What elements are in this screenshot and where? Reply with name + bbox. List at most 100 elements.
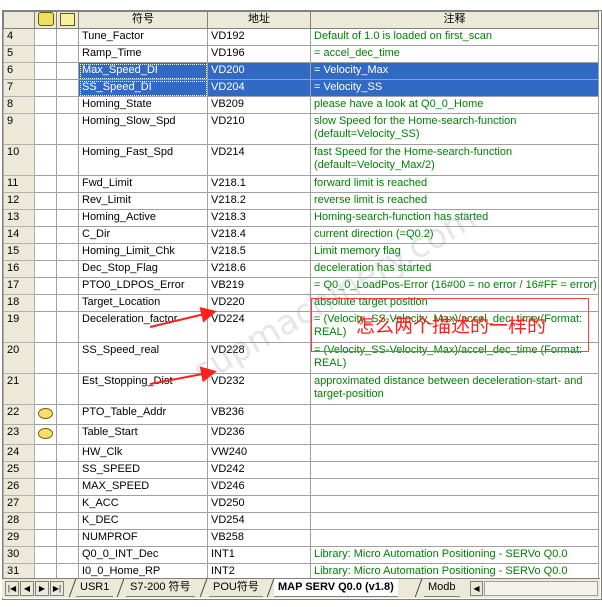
unused-symbol-cell[interactable] [56,424,79,445]
symbol-status-cell[interactable] [34,373,57,405]
table-row[interactable]: 8 Homing_State VB209 please have a look at … [3,96,599,114]
comment-cell[interactable] [310,404,599,425]
symbol-name-cell[interactable]: Fwd_Limit [78,175,208,193]
horizontal-scrollbar[interactable] [484,581,598,596]
unused-symbol-cell[interactable] [56,226,79,244]
address-cell[interactable]: VB219 [207,277,311,295]
comment-cell[interactable]: Default of 1.0 is loaded on first_scan [310,28,599,46]
comment-cell[interactable]: fast Speed for the Home-search-function … [310,144,599,176]
table-row[interactable]: 14 C_Dir V218.4 current direction (=Q0.2) [3,226,599,244]
comment-cell[interactable]: forward limit is reached [310,175,599,193]
address-cell[interactable]: V218.5 [207,243,311,261]
table-row[interactable]: 11 Fwd_Limit V218.1 forward limit is reache… [3,175,599,193]
comment-cell[interactable]: approximated distance between decelerati… [310,373,599,405]
comment-cell[interactable] [310,529,599,547]
symbol-name-cell[interactable]: Homing_Active [78,209,208,227]
row-number[interactable]: 6 [3,62,35,80]
unused-symbol-cell[interactable] [56,96,79,114]
address-cell[interactable]: V218.6 [207,260,311,278]
symbol-status-cell[interactable] [34,424,57,445]
address-cell[interactable]: VD214 [207,144,311,176]
comment-cell[interactable] [310,461,599,479]
table-row[interactable]: 15 Homing_Limit_Chk V218.5 Limit memory fla… [3,243,599,261]
address-cell[interactable]: VD242 [207,461,311,479]
row-number[interactable]: 4 [3,28,35,46]
unused-symbol-cell[interactable] [56,478,79,496]
row-number[interactable]: 28 [3,512,35,530]
unused-symbol-cell[interactable] [56,175,79,193]
comment-cell[interactable]: = Q0_0_LoadPos-Error (16#00 = no error /… [310,277,599,295]
table-row[interactable]: 6 Max_Speed_DI VD200 = Velocity_Max [3,62,599,80]
next-tab-button[interactable]: ▶ [35,581,49,596]
row-number[interactable]: 29 [3,529,35,547]
symbol-name-cell[interactable]: Homing_Limit_Chk [78,243,208,261]
symbol-status-cell[interactable] [34,144,57,176]
unused-symbol-cell[interactable] [56,243,79,261]
symbol-status-header[interactable] [34,11,57,29]
comment-cell[interactable]: = accel_dec_time [310,45,599,63]
row-number[interactable]: 30 [3,546,35,564]
row-number[interactable]: 5 [3,45,35,63]
symbol-status-cell[interactable] [34,113,57,145]
unused-symbol-header[interactable] [56,11,79,29]
unused-symbol-cell[interactable] [56,444,79,462]
comment-cell[interactable]: current direction (=Q0.2) [310,226,599,244]
address-cell[interactable]: VD224 [207,311,311,343]
unused-symbol-cell[interactable] [56,277,79,295]
symbol-name-cell[interactable]: MAX_SPEED [78,478,208,496]
first-tab-button[interactable]: |◀ [5,581,19,596]
address-cell[interactable]: VD250 [207,495,311,513]
comment-cell[interactable] [310,478,599,496]
row-number[interactable]: 9 [3,113,35,145]
comment-cell[interactable] [310,495,599,513]
symbol-name-cell[interactable]: PTO_Table_Addr [78,404,208,425]
unused-symbol-cell[interactable] [56,404,79,425]
row-number[interactable]: 15 [3,243,35,261]
prev-tab-button[interactable]: ◀ [20,581,34,596]
row-number[interactable]: 21 [3,373,35,405]
symbol-name-cell[interactable]: Ramp_Time [78,45,208,63]
address-cell[interactable]: V218.4 [207,226,311,244]
table-row[interactable]: 22 PTO_Table_Addr VB236 [3,404,599,425]
row-number[interactable]: 7 [3,79,35,97]
symbol-name-cell[interactable]: NUMPROF [78,529,208,547]
symbol-status-cell[interactable] [34,175,57,193]
unused-symbol-cell[interactable] [56,260,79,278]
symbol-status-cell[interactable] [34,512,57,530]
tab-usr1[interactable]: USR1 [76,579,114,597]
table-row[interactable]: 26 MAX_SPEED VD246 [3,478,599,496]
symbol-status-cell[interactable] [34,529,57,547]
table-row[interactable]: 5 Ramp_Time VD196 = accel_dec_time [3,45,599,63]
unused-symbol-cell[interactable] [56,373,79,405]
address-cell[interactable]: VD192 [207,28,311,46]
unused-symbol-cell[interactable] [56,512,79,530]
symbol-status-cell[interactable] [34,404,57,425]
tab-pou-symbols[interactable]: POU符号 [209,579,263,597]
symbol-column-header[interactable]: 符号 [78,11,208,29]
symbol-name-cell[interactable]: C_Dir [78,226,208,244]
row-number[interactable]: 12 [3,192,35,210]
address-cell[interactable]: VD246 [207,478,311,496]
symbol-name-cell[interactable]: Max_Speed_DI [78,62,208,80]
symbol-name-cell[interactable]: Deceleration_factor [78,311,208,343]
row-number[interactable]: 13 [3,209,35,227]
row-number[interactable]: 20 [3,342,35,374]
unused-symbol-cell[interactable] [56,209,79,227]
symbol-status-cell[interactable] [34,311,57,343]
row-number[interactable]: 11 [3,175,35,193]
row-number[interactable]: 18 [3,294,35,312]
symbol-name-cell[interactable]: Rev_Limit [78,192,208,210]
address-cell[interactable]: V218.2 [207,192,311,210]
symbol-name-cell[interactable]: Target_Location [78,294,208,312]
symbol-status-cell[interactable] [34,260,57,278]
address-cell[interactable]: INT1 [207,546,311,564]
unused-symbol-cell[interactable] [56,546,79,564]
unused-symbol-cell[interactable] [56,294,79,312]
row-number[interactable]: 14 [3,226,35,244]
table-row[interactable]: 4 Tune_Factor VD192 Default of 1.0 is loade… [3,28,599,46]
row-number[interactable]: 19 [3,311,35,343]
symbol-status-cell[interactable] [34,62,57,80]
unused-symbol-cell[interactable] [56,144,79,176]
address-cell[interactable]: V218.1 [207,175,311,193]
symbol-status-cell[interactable] [34,28,57,46]
